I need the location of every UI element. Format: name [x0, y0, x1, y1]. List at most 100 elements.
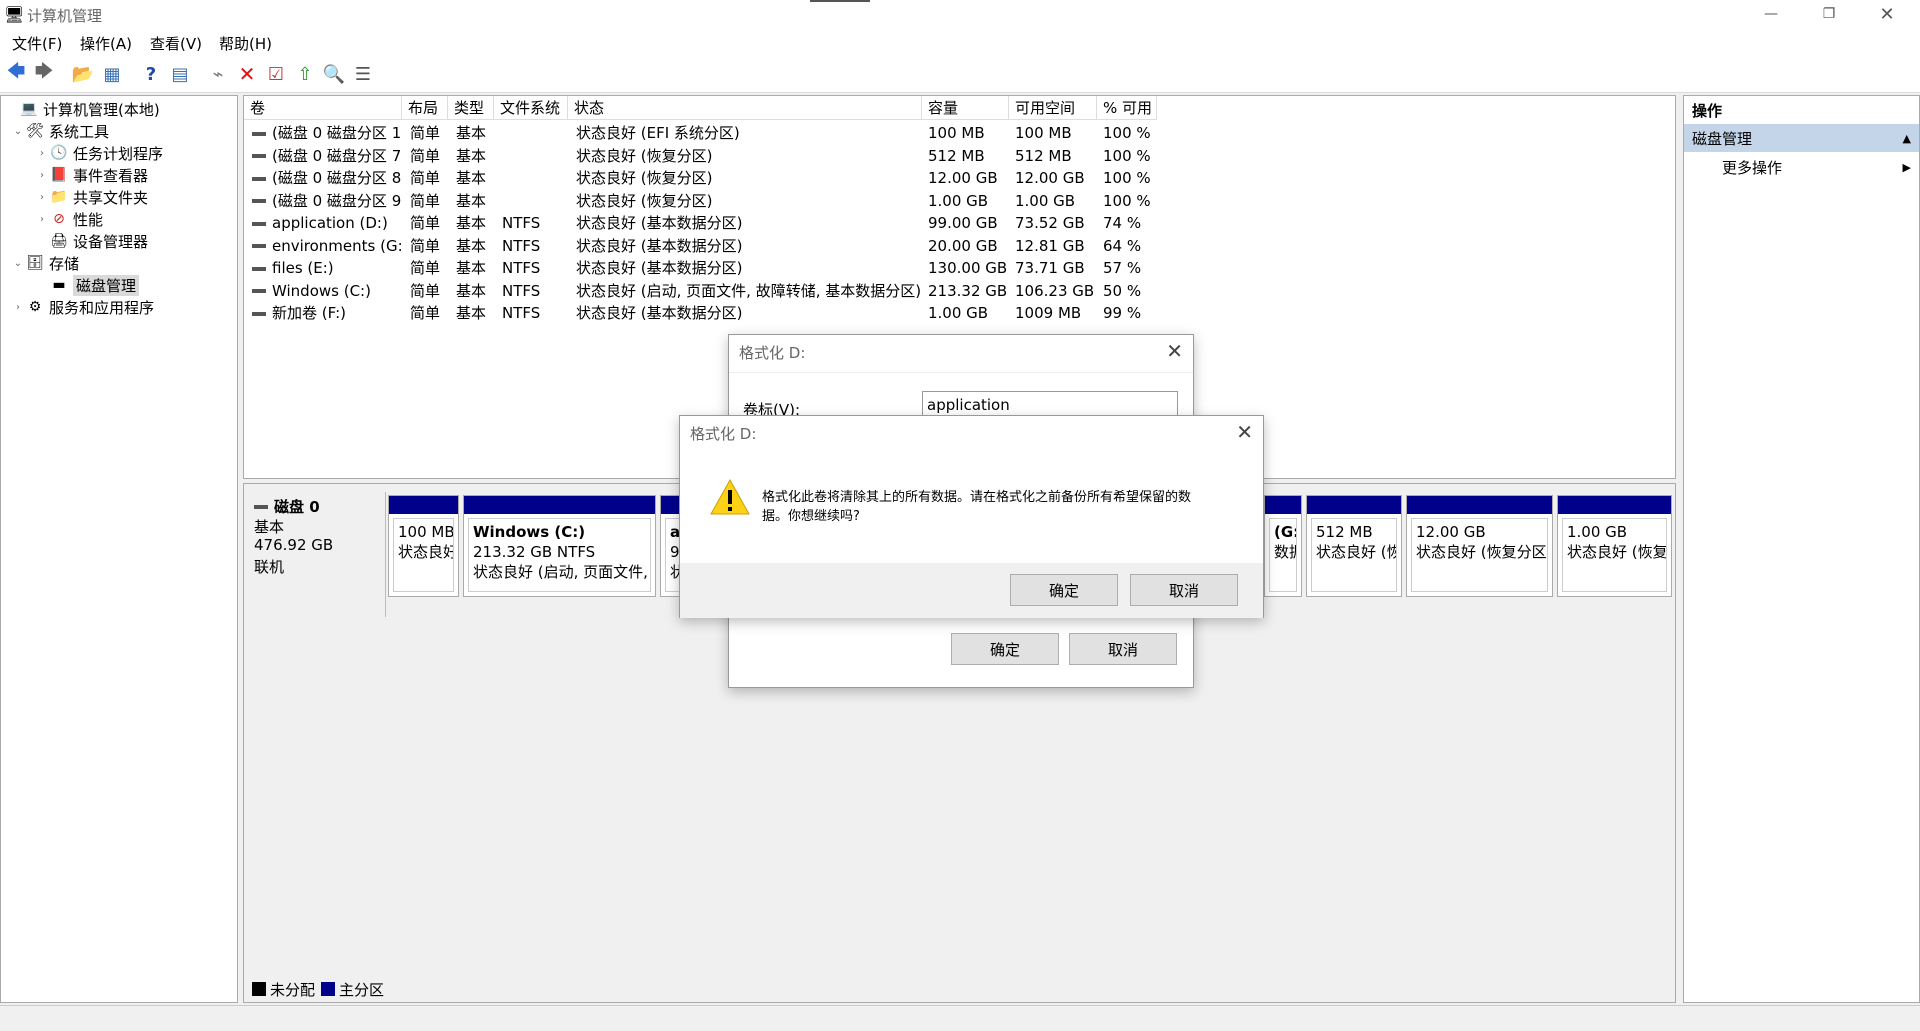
menu-file[interactable]: 文件(F) [12, 33, 62, 54]
format-dialog-close-icon[interactable]: ✕ [1166, 339, 1183, 363]
table-row[interactable]: (磁盘 0 磁盘分区 7) 简单 基本 状态良好 (恢复分区) 512 MB 512 MB… [244, 145, 1674, 168]
table-cell: 基本 [456, 281, 487, 300]
tree-item-performance[interactable]: › ⊘ 性能 [35, 208, 103, 230]
table-row[interactable]: files (E:) 简单 基本 NTFS 状态良好 (基本数据分区) 130.00 GB… [244, 257, 1674, 280]
tree-item-system-tools[interactable]: ⌄ 🛠 系统工具 [11, 120, 109, 142]
col-type[interactable]: 类型 [448, 96, 494, 120]
partition-status: 状态良好 (恢 [1316, 543, 1397, 561]
confirm-dialog-close-icon[interactable]: ✕ [1236, 420, 1253, 444]
table-cell: 12.00 GB [928, 169, 998, 187]
back-icon[interactable]: 🡄 [5, 61, 27, 85]
menu-view[interactable]: 查看(V) [150, 33, 202, 54]
collapse-icon[interactable]: ▲ [1903, 132, 1911, 145]
table-row[interactable]: 新加卷 (F:) 简单 基本 NTFS 状态良好 (基本数据分区) 1.00 GB 1009… [244, 302, 1674, 325]
format-cancel-button[interactable]: 取消 [1069, 633, 1177, 665]
restore-button[interactable]: ❐ [1806, 0, 1852, 28]
confirm-ok-button[interactable]: 确定 [1010, 574, 1118, 606]
partition-box[interactable]: 512 MB 状态良好 (恢 [1306, 495, 1402, 597]
tree-item-event-viewer[interactable]: › 📕 事件查看器 [35, 164, 148, 186]
table-cell: 74 % [1103, 214, 1142, 232]
actions-section-disk-mgmt[interactable]: 磁盘管理 ▲ [1684, 124, 1919, 152]
forward-icon[interactable]: 🡆 [33, 61, 55, 85]
show-hide-tree-icon[interactable]: ▦ [101, 63, 123, 85]
col-capacity[interactable]: 容量 [922, 96, 1009, 120]
partition-box[interactable]: 12.00 GB 状态良好 (恢复分区) [1406, 495, 1553, 597]
table-cell: 状态良好 (基本数据分区) [576, 214, 743, 232]
tree-item-services[interactable]: › ⚙ 服务和应用程序 [11, 296, 154, 318]
check-icon[interactable]: ☑ [265, 63, 287, 85]
disk-mgmt-icon: ▬ [52, 277, 66, 293]
table-row[interactable]: (磁盘 0 磁盘分区 8) 简单 基本 状态良好 (恢复分区) 12.00 GB 12.0… [244, 167, 1674, 190]
col-status[interactable]: 状态 [568, 96, 922, 120]
navigation-tree: 💻 计算机管理(本地) ⌄ 🛠 系统工具 › 🕓 任务计划程序 › 📕 事件查看器 › 📁 共享文… [0, 95, 238, 1003]
table-cell: 状态良好 (恢复分区) [576, 146, 713, 165]
minimize-button[interactable]: — [1748, 0, 1794, 28]
chevron-right-icon[interactable]: › [35, 148, 49, 159]
partition-size: 12.00 GB [1416, 523, 1486, 541]
confirm-cancel-button[interactable]: 取消 [1130, 574, 1238, 606]
col-free-space[interactable]: 可用空间 [1009, 96, 1097, 120]
table-cell: NTFS [502, 304, 541, 322]
delete-icon[interactable]: ✕ [236, 62, 258, 86]
connect-icon[interactable]: ⌁ [207, 63, 229, 85]
table-cell: 100 % [1103, 169, 1151, 187]
help-icon[interactable]: ? [140, 63, 162, 85]
chevron-right-icon[interactable]: › [35, 192, 49, 203]
partition-size: 213.32 GB NTFS [473, 543, 596, 561]
partition-box[interactable]: 100 MB 状态良好 [388, 495, 459, 597]
col-layout[interactable]: 布局 [402, 96, 448, 120]
format-ok-button[interactable]: 确定 [951, 633, 1059, 665]
services-icon: ⚙ [28, 299, 42, 315]
col-filesystem[interactable]: 文件系统 [494, 96, 568, 120]
tree-item-computer-mgmt[interactable]: 💻 计算机管理(本地) [5, 98, 159, 120]
table-row[interactable]: environments (G:) 简单 基本 NTFS 状态良好 (基本数据分区) 20… [244, 235, 1674, 258]
tree-item-task-scheduler[interactable]: › 🕓 任务计划程序 [35, 142, 163, 164]
close-button[interactable]: ✕ [1864, 0, 1910, 28]
table-cell: NTFS [502, 214, 541, 232]
table-cell: 130.00 GB [928, 259, 1008, 277]
up-folder-icon[interactable]: 📂 [72, 63, 94, 85]
chevron-right-icon[interactable]: › [35, 170, 49, 181]
volume-icon [252, 311, 266, 316]
volume-icon [252, 266, 266, 271]
more-actions-item[interactable]: 更多操作 ▶ [1684, 154, 1919, 180]
table-cell: 20.00 GB [928, 236, 998, 255]
partition-box[interactable]: (G:) 数据分 [1264, 495, 1302, 597]
device-manager-icon: 🖨 [50, 233, 68, 249]
chevron-down-icon[interactable]: ⌄ [11, 258, 25, 269]
window-title: 计算机管理 [27, 7, 103, 25]
col-volume[interactable]: 卷 [244, 96, 402, 120]
table-cell: 简单 [410, 146, 441, 165]
chevron-down-icon[interactable]: ⌄ [11, 126, 25, 137]
tree-item-disk-mgmt[interactable]: ▬ 磁盘管理 [35, 274, 140, 296]
chevron-right-icon[interactable]: › [35, 214, 49, 225]
disk-0-label[interactable]: 磁盘 0 基本 476.92 GB 联机 [244, 492, 386, 617]
table-cell: NTFS [502, 281, 541, 300]
table-row[interactable]: (磁盘 0 磁盘分区 1) 简单 基本 状态良好 (EFI 系统分区) 100 MB 10… [244, 122, 1674, 145]
table-cell: 基本 [456, 169, 487, 187]
table-row[interactable]: application (D:) 简单 基本 NTFS 状态良好 (基本数据分区) 99.… [244, 212, 1674, 235]
col-percent-free[interactable]: % 可用 [1097, 96, 1157, 120]
menu-action[interactable]: 操作(A) [80, 33, 132, 54]
table-row[interactable]: Windows (C:) 简单 基本 NTFS 状态良好 (启动, 页面文件, 故障转储… [244, 280, 1674, 303]
tree-item-shared-folders[interactable]: › 📁 共享文件夹 [35, 186, 148, 208]
table-cell: 简单 [410, 281, 441, 300]
tree-item-storage[interactable]: ⌄ 🗄 存储 [11, 252, 79, 274]
table-cell: 100 % [1103, 124, 1151, 142]
menu-help[interactable]: 帮助(H) [219, 33, 272, 54]
chevron-right-icon[interactable]: › [11, 302, 25, 313]
tree-item-device-manager[interactable]: 🖨 设备管理器 [35, 230, 148, 252]
action-pane-icon[interactable]: ▤ [169, 63, 191, 85]
performance-icon: ⊘ [53, 211, 65, 227]
export-icon[interactable]: ⇧ [294, 63, 316, 85]
table-cell: environments (G:) [252, 235, 402, 258]
properties-icon[interactable]: ☰ [352, 63, 374, 85]
search-folder-icon[interactable]: 🔍 [323, 63, 345, 85]
toolbar: 🡄 🡆 📂 ▦ ? ▤ ⌁ ✕ ☑ ⇧ 🔍 ☰ [0, 55, 1920, 93]
partition-box[interactable]: 1.00 GB 状态良好 (恢复 [1557, 495, 1672, 597]
table-cell: 状态良好 (启动, 页面文件, 故障转储, 基本数据分区) [576, 281, 922, 300]
partition-size: 100 MB [398, 523, 454, 541]
table-row[interactable]: (磁盘 0 磁盘分区 9) 简单 基本 状态良好 (恢复分区) 1.00 GB 1.00 … [244, 190, 1674, 213]
menu-bar: 文件(F) 操作(A) 查看(V) 帮助(H) [0, 28, 1920, 55]
partition-box[interactable]: Windows (C:) 213.32 GB NTFS 状态良好 (启动, 页面文件… [463, 495, 656, 597]
